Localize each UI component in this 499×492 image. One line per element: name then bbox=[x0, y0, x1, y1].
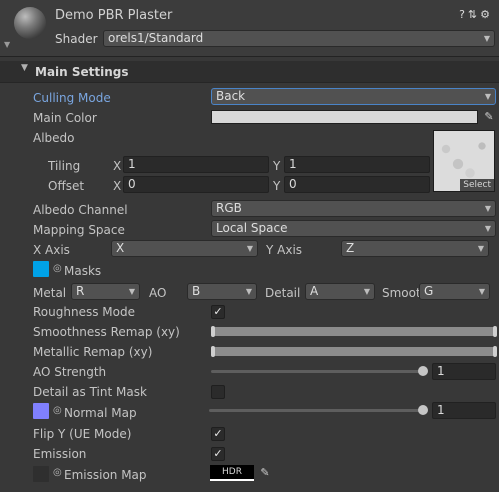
tiling-label: Tiling bbox=[48, 159, 81, 173]
emission-checkbox[interactable]: ✓ bbox=[211, 447, 225, 461]
hdr-label: HDR bbox=[222, 467, 242, 477]
normal-map-label: Normal Map bbox=[64, 406, 137, 420]
eyedropper-icon[interactable]: ✎ bbox=[481, 109, 497, 125]
texture-target-icon[interactable]: ◎ bbox=[53, 467, 62, 478]
metal-channel-dropdown[interactable]: R ▼ bbox=[71, 283, 140, 300]
chevron-down-icon: ▼ bbox=[483, 34, 490, 43]
main-color-label: Main Color bbox=[33, 111, 97, 125]
chevron-down-icon: ▼ bbox=[246, 244, 253, 253]
emission-hdr-color-field[interactable]: HDR bbox=[210, 465, 254, 481]
roughness-mode-label: Roughness Mode bbox=[33, 305, 135, 319]
chevron-down-icon: ▼ bbox=[484, 224, 491, 233]
tiling-x-input[interactable]: 1 bbox=[123, 156, 269, 173]
metallic-remap-label: Metallic Remap (xy) bbox=[33, 345, 153, 359]
shader-dropdown[interactable]: orels1/Standard ▼ bbox=[103, 30, 495, 47]
chevron-down-icon: ▼ bbox=[128, 287, 135, 296]
offset-x-input[interactable]: 0 bbox=[123, 176, 269, 193]
detail-channel-dropdown[interactable]: A ▼ bbox=[305, 283, 375, 300]
chevron-down-icon: ▼ bbox=[484, 92, 491, 101]
albedo-texture-slot[interactable]: Select bbox=[433, 130, 495, 192]
normal-map-slider-knob[interactable] bbox=[418, 405, 428, 415]
emission-map-texture-swatch[interactable] bbox=[33, 466, 49, 482]
section-foldout-icon[interactable]: ▼ bbox=[21, 63, 28, 73]
texture-target-icon[interactable]: ◎ bbox=[53, 263, 62, 274]
smooth-channel-value: G bbox=[424, 284, 434, 298]
ao-strength-label: AO Strength bbox=[33, 365, 107, 379]
masks-label: Masks bbox=[64, 264, 102, 278]
flip-y-checkbox[interactable]: ✓ bbox=[211, 427, 225, 441]
offset-x-label: X bbox=[113, 179, 122, 193]
roughness-mode-checkbox[interactable]: ✓ bbox=[211, 305, 225, 319]
tiling-y-label: Y bbox=[273, 159, 281, 173]
settings-icon[interactable]: ⚙ bbox=[480, 8, 493, 21]
section-title: Main Settings bbox=[35, 65, 129, 79]
metallic-remap-range-slider[interactable] bbox=[211, 346, 497, 357]
smooth-label: Smoot bbox=[382, 286, 421, 300]
detail-channel-value: A bbox=[310, 284, 319, 298]
offset-y-label: Y bbox=[273, 179, 281, 193]
smoothness-remap-range-slider[interactable] bbox=[211, 326, 497, 337]
albedo-channel-label: Albedo Channel bbox=[33, 203, 128, 217]
y-axis-value: Z bbox=[346, 241, 355, 255]
tiling-y-input[interactable]: 1 bbox=[284, 156, 430, 173]
x-axis-label: X Axis bbox=[33, 243, 70, 257]
header-icons: ?⇅⚙ bbox=[459, 7, 493, 23]
ao-strength-slider-track[interactable] bbox=[211, 370, 427, 373]
metal-label: Metal bbox=[33, 286, 67, 300]
culling-mode-label: Culling Mode bbox=[33, 91, 111, 105]
header-foldout-icon[interactable]: ▼ bbox=[4, 40, 10, 49]
tiling-x-label: X bbox=[113, 159, 122, 173]
emission-label: Emission bbox=[33, 447, 87, 461]
texture-target-icon[interactable]: ◎ bbox=[53, 405, 62, 416]
chevron-down-icon: ▼ bbox=[245, 287, 252, 296]
masks-texture-swatch[interactable] bbox=[33, 261, 49, 277]
help-icon[interactable]: ? bbox=[459, 8, 468, 21]
mapping-space-dropdown[interactable]: Local Space ▼ bbox=[211, 220, 496, 237]
smooth-channel-dropdown[interactable]: G ▼ bbox=[419, 283, 490, 300]
chevron-down-icon: ▼ bbox=[478, 287, 485, 296]
detail-tint-checkbox[interactable] bbox=[211, 385, 225, 399]
y-axis-label: Y Axis bbox=[266, 243, 303, 257]
mapping-space-label: Mapping Space bbox=[33, 223, 125, 237]
detail-label: Detail bbox=[265, 286, 301, 300]
preset-icon[interactable]: ⇅ bbox=[468, 8, 480, 21]
chevron-down-icon: ▼ bbox=[477, 244, 484, 253]
albedo-select-button[interactable]: Select bbox=[460, 179, 494, 191]
main-color-field[interactable] bbox=[211, 110, 478, 124]
material-title: Demo PBR Plaster bbox=[55, 8, 173, 23]
smoothness-remap-label: Smoothness Remap (xy) bbox=[33, 325, 180, 339]
ao-label: AO bbox=[149, 286, 167, 300]
ao-strength-slider-knob[interactable] bbox=[418, 366, 428, 376]
normal-map-slider-track[interactable] bbox=[209, 409, 427, 412]
chevron-down-icon: ▼ bbox=[484, 204, 491, 213]
ao-strength-input[interactable]: 1 bbox=[432, 363, 496, 380]
offset-y-input[interactable]: 0 bbox=[284, 176, 430, 193]
detail-tint-label: Detail as Tint Mask bbox=[33, 385, 147, 399]
eyedropper-icon[interactable]: ✎ bbox=[257, 465, 273, 481]
flip-y-label: Flip Y (UE Mode) bbox=[33, 427, 132, 441]
chevron-down-icon: ▼ bbox=[363, 287, 370, 296]
culling-mode-value: Back bbox=[216, 89, 246, 103]
metal-channel-value: R bbox=[76, 284, 85, 298]
normal-map-input[interactable]: 1 bbox=[432, 402, 496, 419]
offset-label: Offset bbox=[48, 179, 85, 193]
ao-channel-value: B bbox=[192, 284, 201, 298]
x-axis-value: X bbox=[116, 241, 125, 255]
mapping-space-value: Local Space bbox=[216, 221, 288, 235]
material-preview-sphere bbox=[14, 7, 46, 39]
ao-channel-dropdown[interactable]: B ▼ bbox=[187, 283, 257, 300]
shader-value: orels1/Standard bbox=[108, 31, 204, 45]
y-axis-dropdown[interactable]: Z ▼ bbox=[341, 240, 489, 257]
albedo-channel-value: RGB bbox=[216, 201, 242, 215]
albedo-label: Albedo bbox=[33, 131, 75, 145]
x-axis-dropdown[interactable]: X ▼ bbox=[111, 240, 258, 257]
albedo-channel-dropdown[interactable]: RGB ▼ bbox=[211, 200, 496, 217]
normal-map-texture-swatch[interactable] bbox=[33, 403, 49, 419]
emission-map-label: Emission Map bbox=[64, 468, 147, 482]
shader-label: Shader bbox=[55, 32, 98, 46]
culling-mode-dropdown[interactable]: Back ▼ bbox=[211, 88, 496, 105]
